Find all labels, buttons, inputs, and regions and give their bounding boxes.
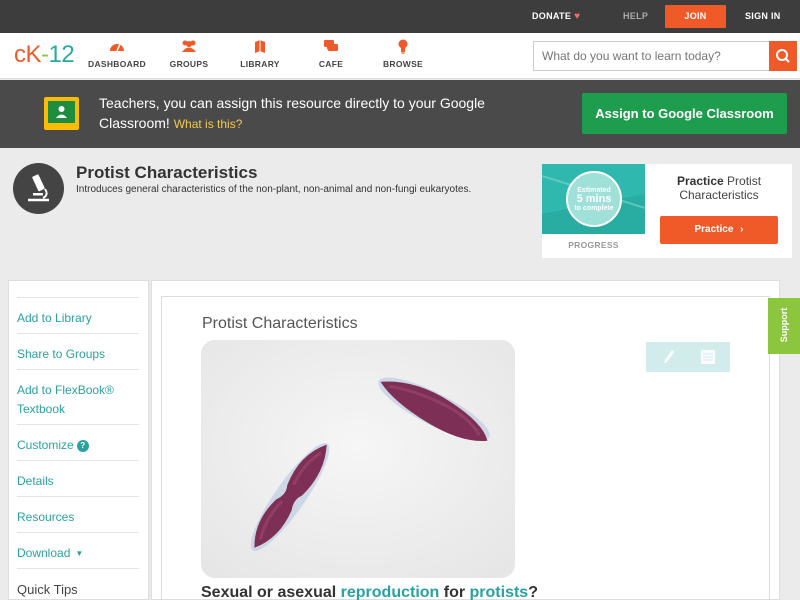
search-input[interactable]	[533, 41, 770, 71]
cafe-icon	[296, 39, 366, 57]
nav-cafe[interactable]: CAFE	[296, 39, 366, 69]
reproduction-link[interactable]: reproduction	[341, 584, 440, 600]
banner-text: Teachers, you can assign this resource d…	[99, 93, 499, 134]
search-icon	[776, 49, 790, 63]
support-tab[interactable]: Support	[768, 298, 800, 354]
annotation-toolbar	[646, 342, 730, 372]
estimate-line3: to complete	[574, 205, 614, 212]
nav-dashboard-label: DASHBOARD	[88, 59, 146, 69]
heart-icon: ♥	[574, 11, 581, 22]
section-subheading: Sexual or asexual reproduction for proti…	[201, 584, 538, 600]
practice-button[interactable]: Practice ›	[660, 216, 778, 244]
main-nav: cK-12 DASHBOARD GROUPS LIBRARY CAFE BROW…	[0, 33, 800, 79]
practice-button-label: Practice	[694, 224, 734, 235]
join-button[interactable]: JOIN	[665, 5, 726, 28]
assign-to-google-classroom-button[interactable]: Assign to Google Classroom	[582, 93, 787, 134]
subhead-text-1: Sexual or asexual	[201, 584, 341, 600]
nav-groups[interactable]: GROUPS	[154, 39, 224, 69]
progress-image: Estimated 5 mins to complete	[542, 164, 645, 234]
library-icon	[225, 39, 295, 57]
notes-icon[interactable]	[701, 350, 715, 364]
banner-message: Teachers, you can assign this resource d…	[99, 95, 485, 131]
google-classroom-icon	[44, 97, 79, 130]
nav-browse-label: BROWSE	[382, 59, 424, 69]
nav-browse[interactable]: BROWSE	[368, 39, 438, 69]
browse-icon	[368, 39, 438, 57]
subhead-text-3: ?	[528, 584, 538, 600]
download-label: Download	[17, 546, 71, 560]
customize-label: Customize	[17, 438, 74, 452]
sidebar-item-customize[interactable]: Customize?	[17, 424, 139, 455]
ck12-logo[interactable]: cK-12	[14, 41, 75, 69]
practice-title: Practice Protist Characteristics	[660, 174, 778, 202]
estimate-badge: Estimated 5 mins to complete	[566, 171, 622, 227]
concept-description: Introduces general characteristics of th…	[76, 184, 472, 195]
concept-title: Protist Characteristics	[76, 163, 258, 182]
dashboard-icon	[82, 39, 152, 57]
donate-label: DONATE	[532, 11, 572, 21]
what-is-this-link[interactable]: What is this?	[174, 117, 243, 131]
pencil-icon[interactable]	[662, 348, 676, 366]
quick-tips-heading: Quick Tips	[17, 568, 139, 599]
search-button[interactable]	[769, 41, 797, 71]
sidebar-item-add-to-flexbook[interactable]: Add to FlexBook® Textbook	[17, 369, 139, 419]
practice-title-bold: Practice	[676, 174, 724, 188]
sidebar-item-resources[interactable]: Resources	[17, 496, 139, 527]
nav-groups-label: GROUPS	[169, 59, 209, 69]
help-icon[interactable]: ?	[76, 440, 89, 452]
donate-link[interactable]: DONATE ♥	[532, 0, 580, 33]
subhead-text-2: for	[439, 584, 470, 600]
estimate-line2: 5 mins	[576, 193, 612, 205]
help-link[interactable]: HELP	[623, 0, 648, 33]
nav-library[interactable]: LIBRARY	[225, 39, 295, 69]
protists-link[interactable]: protists	[470, 584, 529, 600]
google-classroom-banner: Teachers, you can assign this resource d…	[0, 80, 800, 148]
content-title: Protist Characteristics	[202, 315, 358, 332]
nav-cafe-label: CAFE	[318, 59, 344, 69]
progress-label: PROGRESS	[568, 240, 619, 250]
nav-dashboard[interactable]: DASHBOARD	[82, 39, 152, 69]
groups-icon	[154, 39, 224, 57]
sidebar-item-download[interactable]: Download ▼	[17, 532, 139, 563]
sidebar-item-add-to-library[interactable]: Add to Library	[17, 297, 139, 328]
caret-down-icon: ▼	[75, 549, 84, 558]
sidebar-item-share-to-groups[interactable]: Share to Groups	[17, 333, 139, 364]
left-sidebar: Add to Library Share to Groups Add to Fl…	[8, 280, 149, 600]
sidebar-item-details[interactable]: Details	[17, 460, 139, 491]
sign-in-link[interactable]: SIGN IN	[745, 0, 781, 33]
nav-library-label: LIBRARY	[240, 59, 280, 69]
practice-card: Estimated 5 mins to complete PROGRESS Pr…	[542, 164, 792, 258]
top-utility-bar: DONATE ♥ HELP JOIN SIGN IN	[0, 0, 800, 33]
chevron-right-icon: ›	[740, 224, 744, 235]
microscope-icon	[13, 163, 64, 214]
support-label: Support	[779, 307, 789, 343]
paramecium-micrograph	[201, 340, 515, 578]
concept-header: Protist Characteristics Introduces gener…	[0, 148, 800, 280]
